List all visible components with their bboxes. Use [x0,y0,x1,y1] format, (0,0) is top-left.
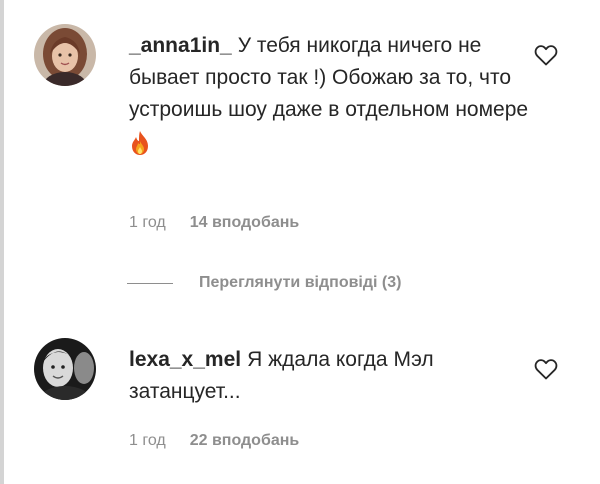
view-replies-label: Переглянути відповіді (3) [199,274,402,291]
fire-emoji-icon [132,131,148,155]
comment-username[interactable]: _anna1in_ [129,34,232,57]
comment-time[interactable]: 1 год [129,432,166,450]
window-edge [0,0,4,484]
comment-body: lexa_x_mel Я ждала когда Мэл затанцует... [129,344,539,408]
comment-time[interactable]: 1 год [129,214,166,232]
like-heart-icon[interactable] [534,44,558,66]
view-replies-button[interactable]: Переглянути відповіді (3) [127,274,401,292]
replies-divider-line [127,282,173,284]
avatar[interactable] [34,338,96,400]
comment-meta: 1 год 14 вподобань [129,214,299,232]
comment-likes[interactable]: 22 вподобань [190,432,300,450]
comment-username[interactable]: lexa_x_mel [129,348,241,371]
like-heart-icon[interactable] [534,358,558,380]
comment-likes[interactable]: 14 вподобань [190,214,300,232]
comment-body: _anna1in_ У тебя никогда ничего не бывает… [129,30,539,156]
avatar-image [34,338,96,400]
avatar[interactable] [34,24,96,86]
avatar-image [34,24,96,86]
comment-meta: 1 год 22 вподобань [129,432,299,450]
